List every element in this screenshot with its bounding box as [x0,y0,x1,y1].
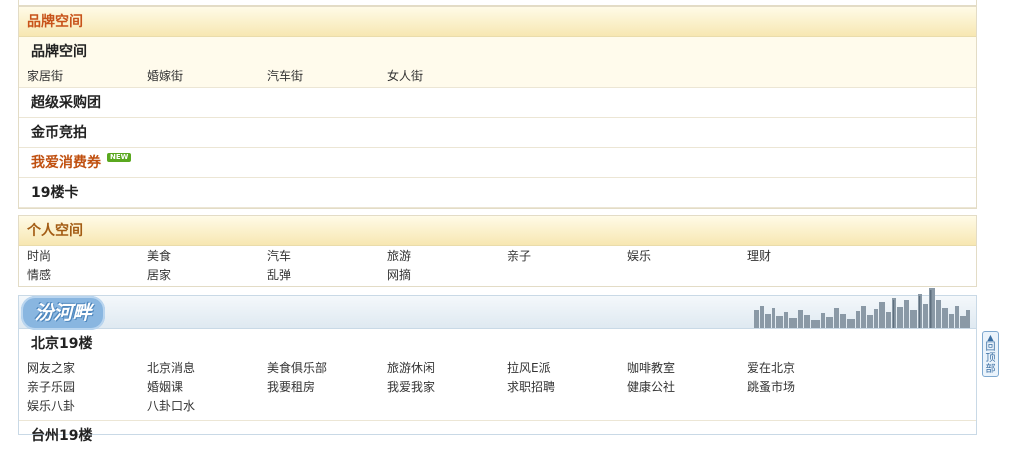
beijing-link[interactable]: 求职招聘 [507,378,627,397]
personal-link[interactable]: 居家 [147,266,267,285]
beijing-link[interactable]: 旅游休闲 [387,359,507,378]
beijing-link[interactable]: 健康公社 [627,378,747,397]
beijing-link[interactable]: 网友之家 [27,359,147,378]
beijing-link[interactable]: 婚姻课 [147,378,267,397]
beijing-link[interactable]: 我爱我家 [387,378,507,397]
group-buy-row[interactable]: 超级采购团 [19,88,976,118]
brand-streets: 家居街 婚嫁街 汽车街 女人街 [19,67,976,88]
brand-space-title[interactable]: 品牌空间 [19,37,976,67]
voucher-row[interactable]: 我爱消费券 NEW [19,148,976,178]
city-section: 汾河畔 北京19楼 网友之家 北京消息 美食俱乐部 旅游休闲 拉风E派 咖啡教室… [18,288,977,444]
beijing-link[interactable]: 咖啡教室 [627,359,747,378]
brand-space-block: 品牌空间 家居街 婚嫁街 汽车街 女人街 [19,37,976,88]
personal-link[interactable]: 美食 [147,247,267,266]
beijing-link[interactable]: 美食俱乐部 [267,359,387,378]
beijing-link[interactable]: 跳蚤市场 [747,378,867,397]
coin-auction-row[interactable]: 金币竞拍 [19,118,976,148]
back-to-top-button[interactable]: ▲ 回顶部 [982,331,999,377]
beijing-link[interactable]: 拉风E派 [507,359,627,378]
taizhou-title[interactable]: 台州19楼 [19,420,976,451]
beijing-link[interactable]: 我要租房 [267,378,387,397]
beijing-title[interactable]: 北京19楼 [19,329,976,359]
city-logo[interactable]: 汾河畔 [21,296,105,330]
personal-link[interactable]: 时尚 [27,247,147,266]
city-banner: 汾河畔 [19,288,976,330]
street-link-car[interactable]: 汽车街 [267,67,387,85]
personal-link[interactable]: 旅游 [387,247,507,266]
beijing-link[interactable]: 北京消息 [147,359,267,378]
personal-link[interactable]: 乱弹 [267,266,387,285]
street-link-wedding[interactable]: 婚嫁街 [147,67,267,85]
back-to-top-label: 回顶部 [985,342,996,375]
voucher-label: 我爱消费券 [31,155,101,171]
card-row[interactable]: 19楼卡 [19,178,976,208]
new-badge: NEW [107,153,132,162]
up-arrow-icon: ▲ [987,333,994,342]
personal-link[interactable]: 亲子 [507,247,627,266]
skyline-graphic [754,288,970,328]
beijing-links: 网友之家 北京消息 美食俱乐部 旅游休闲 拉风E派 咖啡教室 爱在北京 亲子乐园… [19,359,976,420]
personal-link[interactable]: 情感 [27,266,147,285]
brand-space-section: 品牌空间 品牌空间 家居街 婚嫁街 汽车街 女人街 超级采购团 金币竞拍 我爱消… [18,6,977,209]
personal-space-links: 时尚 美食 汽车 旅游 亲子 娱乐 理财 情感 居家 乱弹 网摘 [19,246,976,285]
street-link-home[interactable]: 家居街 [27,67,147,85]
beijing-link[interactable]: 娱乐八卦 [27,397,147,416]
personal-space-header: 个人空间 [19,216,976,246]
beijing-link[interactable]: 亲子乐园 [27,378,147,397]
personal-link[interactable]: 网摘 [387,266,507,285]
brand-space-header: 品牌空间 [19,7,976,37]
beijing-link[interactable]: 八卦口水 [147,397,267,416]
street-link-women[interactable]: 女人街 [387,67,507,85]
beijing-link[interactable]: 爱在北京 [747,359,867,378]
personal-link[interactable]: 理财 [747,247,867,266]
personal-link[interactable]: 娱乐 [627,247,747,266]
personal-space-section: 个人空间 时尚 美食 汽车 旅游 亲子 娱乐 理财 情感 居家 乱弹 网摘 [18,215,977,287]
personal-link[interactable]: 汽车 [267,247,387,266]
